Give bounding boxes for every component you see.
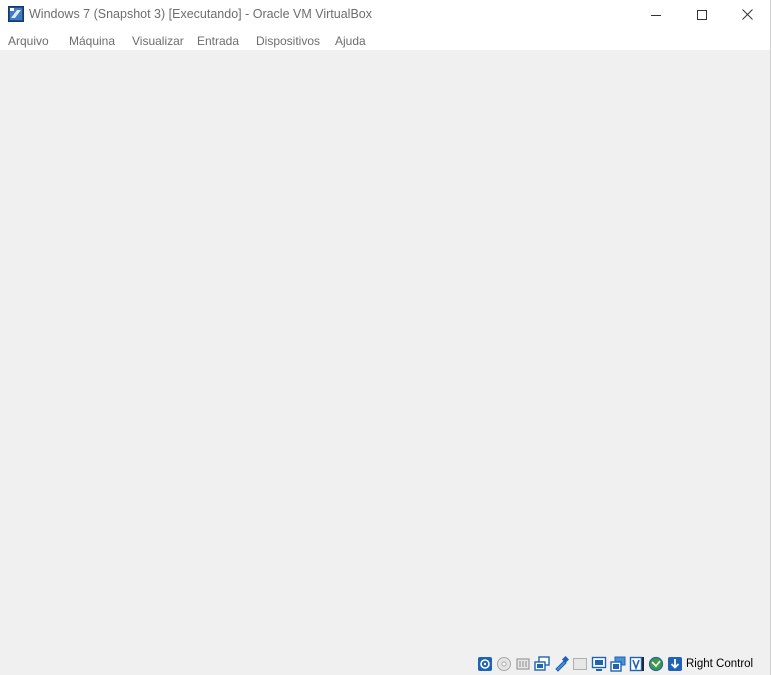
audio-icon[interactable] bbox=[515, 656, 531, 672]
keyboard-capture-icon[interactable] bbox=[667, 656, 683, 672]
minimize-icon bbox=[651, 14, 661, 16]
virtualbox-icon[interactable] bbox=[8, 6, 24, 22]
menu-visualizar[interactable]: Visualizar bbox=[132, 34, 184, 48]
virtualization-icon[interactable] bbox=[629, 656, 645, 672]
display-icon[interactable] bbox=[591, 656, 607, 672]
close-icon bbox=[741, 9, 753, 20]
menu-entrada[interactable]: Entrada bbox=[197, 34, 239, 48]
mouse-integration-icon[interactable] bbox=[648, 656, 664, 672]
maximize-button[interactable] bbox=[679, 0, 725, 29]
status-bar: Right Control bbox=[0, 654, 770, 675]
title-bar[interactable]: Windows 7 (Snapshot 3) [Executando] - Or… bbox=[0, 0, 770, 30]
usb-icon[interactable] bbox=[553, 656, 569, 672]
maximize-icon bbox=[697, 9, 707, 20]
menu-dispositivos[interactable]: Dispositivos bbox=[256, 34, 320, 48]
host-key-label: Right Control bbox=[686, 658, 754, 670]
recording-icon[interactable] bbox=[610, 656, 626, 672]
menu-maquina[interactable]: Máquina bbox=[69, 34, 115, 48]
close-button[interactable] bbox=[724, 0, 770, 29]
shared-folders-icon[interactable] bbox=[572, 656, 588, 672]
menu-arquivo[interactable]: Arquivo bbox=[8, 34, 49, 48]
virtualbox-window: Windows 7 (Snapshot 3) [Executando] - Or… bbox=[0, 0, 771, 675]
hard-disk-icon[interactable] bbox=[477, 656, 493, 672]
menu-ajuda[interactable]: Ajuda bbox=[335, 34, 366, 48]
optical-drive-icon[interactable] bbox=[496, 656, 512, 672]
network-icon[interactable] bbox=[534, 656, 550, 672]
vm-display[interactable] bbox=[0, 50, 770, 654]
menu-bar: Arquivo Máquina Visualizar Entrada Dispo… bbox=[0, 30, 770, 50]
minimize-button[interactable] bbox=[633, 0, 679, 29]
window-title: Windows 7 (Snapshot 3) [Executando] - Or… bbox=[29, 7, 372, 21]
